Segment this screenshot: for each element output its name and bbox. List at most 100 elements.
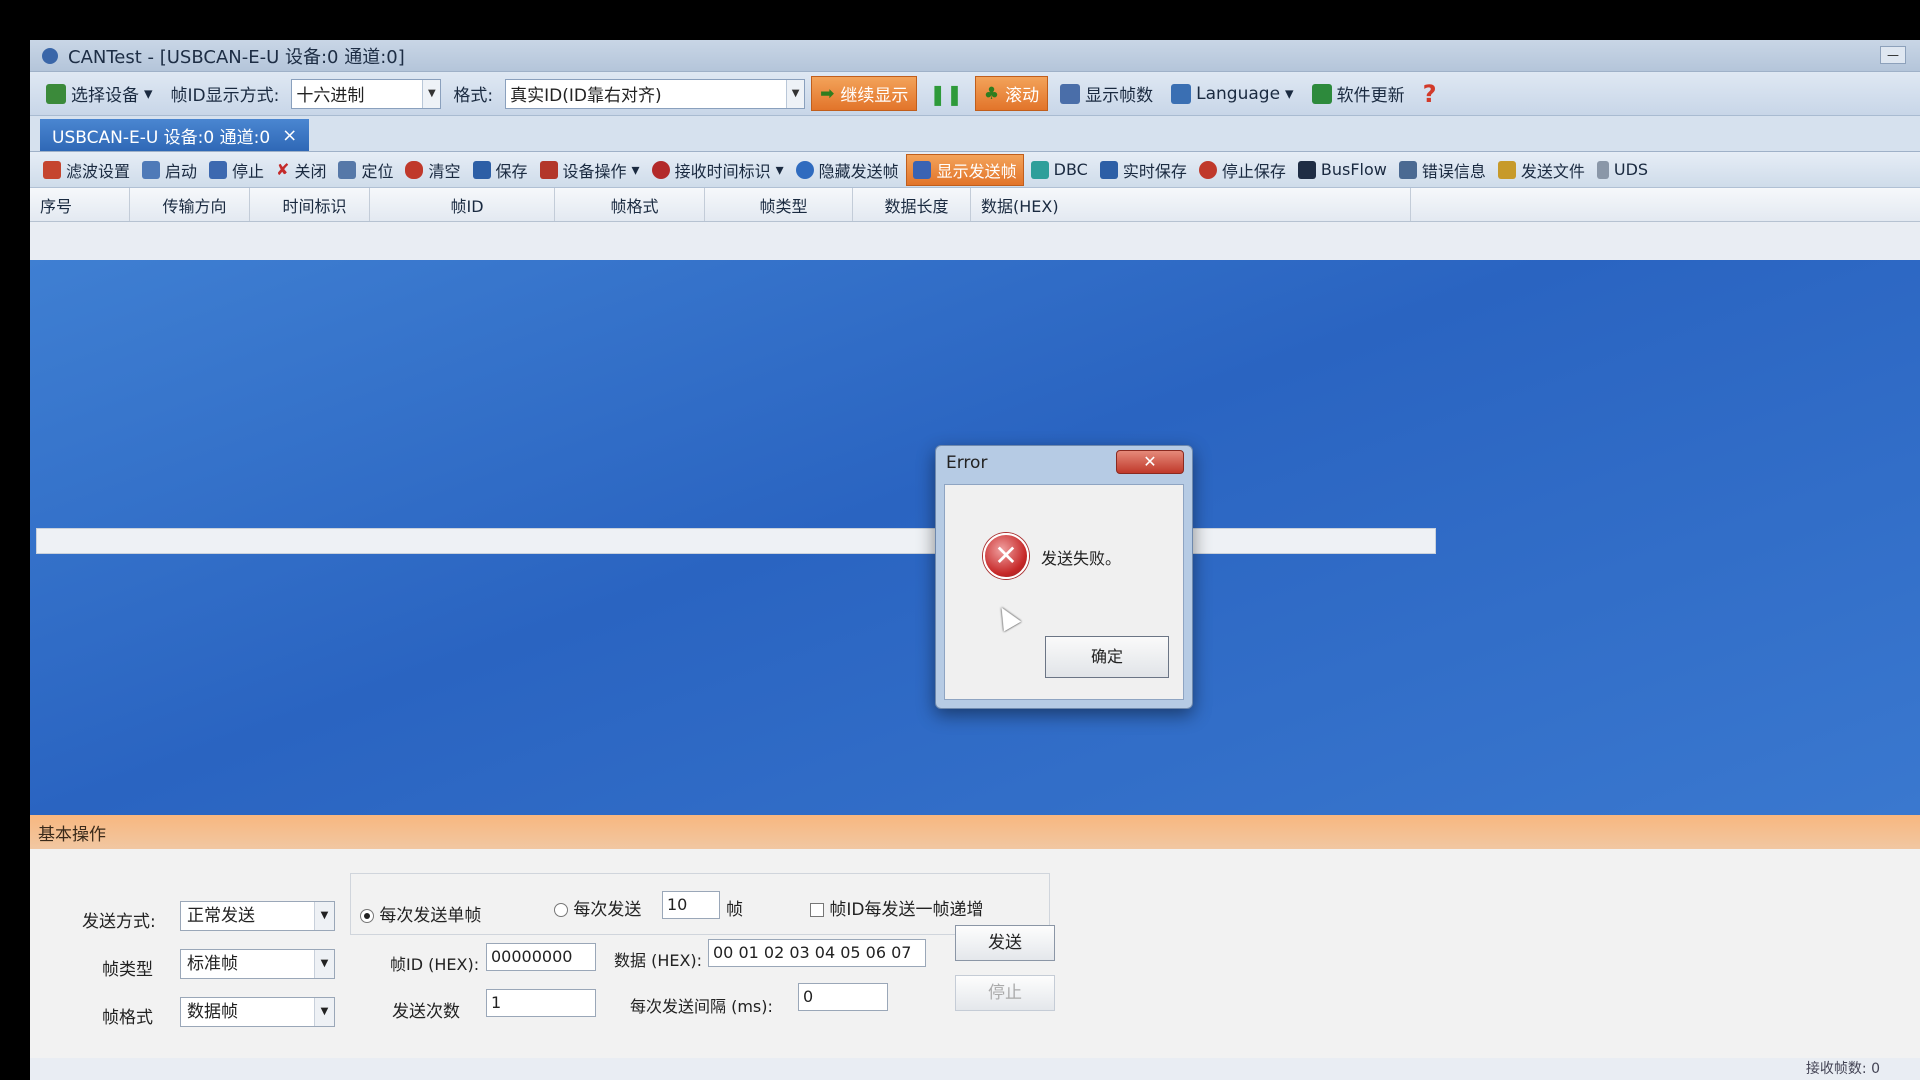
multi-frame-count-input[interactable]: 10 [662,891,720,919]
network-icon [1398,160,1417,179]
radio-unchecked-icon [554,903,568,917]
status-bar: 接收帧数: 0 [30,1058,1920,1080]
radio-single-label: 每次发送单帧 [379,906,482,926]
frame-type-select[interactable]: 标准帧 ▼ [180,949,335,979]
send-mode-select[interactable]: 正常发送 ▼ [180,901,335,931]
arrow-right-icon: ➡ [820,83,835,104]
tab-usbcan-channel[interactable]: USBCAN-E-U 设备:0 通道:0 × [40,119,310,151]
channel-toolbar: 滤波设置 启动 停止 ✘ 关闭 定位 清空 保存 设备操作 ▾ 接收时间标识 ▾ … [30,152,1920,188]
send-mode-value: 正常发送 [187,906,255,926]
software-update-button[interactable]: 软件更新 [1306,77,1411,110]
radio-single-frame[interactable]: 每次发送单帧 [360,901,481,926]
show-send-frame-button[interactable]: 显示发送帧 [905,153,1024,186]
window-title: CANTest - [USBCAN-E-U 设备:0 通道:0] [68,46,405,68]
language-label: Language [1196,83,1281,104]
document-tab-row: USBCAN-E-U 设备:0 通道:0 × [30,116,1920,152]
send-file-button[interactable]: 发送文件 [1493,155,1590,185]
continue-display-button[interactable]: ➡ 继续显示 [811,76,918,111]
select-device-label: 选择设备 [71,86,139,106]
realtime-save-icon [1099,160,1118,179]
no-entry-icon [1198,160,1217,179]
start-icon [142,160,161,179]
busflow-button[interactable]: BusFlow [1293,157,1392,182]
scroll-button[interactable]: ♣ 滚动 [974,76,1049,111]
frame-type-label: 帧类型 [102,960,153,980]
frame-id-display-value: 十六进制 [296,86,365,106]
id-increment-checkbox[interactable]: 帧ID每发送一帧递增 [810,895,984,920]
locate-label: 定位 [361,161,394,181]
column-header[interactable]: 数据长度 [853,188,971,221]
frame-format-label: 帧格式 [102,1008,153,1028]
minimize-button[interactable]: — [1880,46,1906,64]
data-input[interactable]: 00 01 02 03 04 05 06 07 [708,939,926,967]
close-icon[interactable]: × [282,125,297,146]
frame-id-label: 帧ID (HEX): [390,955,480,974]
chevron-down-icon: ▼ [786,79,805,108]
chevron-down-icon: ▼ [314,998,334,1026]
hide-send-frame-button[interactable]: 隐藏发送帧 [791,155,904,185]
message-table-header: 序号 传输方向 时间标识 帧ID 帧格式 帧类型 数据长度 数据(HEX) [30,188,1920,222]
start-button[interactable]: 启动 [137,155,202,185]
error-info-button[interactable]: 错误信息 [1394,155,1491,185]
stop-send-button[interactable]: 停止 [955,975,1055,1011]
language-button[interactable]: Language ▾ [1165,80,1299,108]
chevron-down-icon: ▼ [314,902,334,930]
filter-settings-button[interactable]: 滤波设置 [38,155,135,185]
stop-save-button[interactable]: 停止保存 [1194,155,1291,185]
frame-id-display-select[interactable]: 十六进制 ▼ [291,78,442,109]
clear-button[interactable]: 清空 [400,155,465,185]
eraser-icon [405,160,424,179]
ok-button[interactable]: 确定 [1045,636,1169,678]
frame-id-display-label: 帧ID显示方式: [170,86,280,106]
dbc-button[interactable]: DBC [1026,157,1093,182]
radio-multi-frame[interactable]: 每次发送 [554,895,641,920]
column-header[interactable]: 传输方向 [130,188,250,221]
frame-format-select[interactable]: 数据帧 ▼ [180,997,335,1027]
locate-button[interactable]: 定位 [333,155,398,185]
checkbox-icon [810,903,824,917]
clock-icon [651,160,670,179]
column-header[interactable]: 帧ID [370,188,555,221]
frame-type-value: 标准帧 [187,954,238,974]
horizontal-scrollbar[interactable] [36,528,1436,554]
close-device-button[interactable]: ✘ 关闭 [271,155,331,185]
format-select[interactable]: 真实ID(ID靠右对齐) ▼ [505,78,806,109]
column-header[interactable]: 序号 [30,188,130,221]
software-update-label: 软件更新 [1336,86,1405,106]
data-label: 数据 (HEX): [614,951,703,970]
monitor-icon [1297,160,1316,179]
column-header[interactable]: 时间标识 [250,188,370,221]
send-count-label: 发送次数 [392,1002,460,1022]
error-dialog: Error ✕ ✕ 发送失败。 确定 [935,445,1193,709]
dbc-label: DBC [1053,160,1088,179]
multi-frame-unit: 帧 [726,900,743,920]
send-count-input[interactable]: 1 [486,989,596,1017]
uds-button[interactable]: UDS [1592,157,1653,182]
column-header[interactable]: 帧格式 [555,188,705,221]
select-device-button[interactable]: 选择设备 ▾ [40,77,159,110]
show-frame-count-button[interactable]: 显示帧数 [1054,77,1159,110]
clear-label: 清空 [428,161,461,181]
help-button[interactable]: ? [1417,76,1443,112]
uds-icon [1596,160,1609,179]
save-button[interactable]: 保存 [468,155,533,185]
hide-icon [795,160,814,179]
device-operation-button[interactable]: 设备操作 ▾ [535,155,645,185]
send-mode-label: 发送方式: [82,912,156,932]
receive-time-button[interactable]: 接收时间标识 ▾ [647,155,789,185]
stop-label: 停止 [232,161,265,181]
dialog-close-button[interactable]: ✕ [1116,450,1184,474]
interval-input[interactable]: 0 [798,983,888,1011]
realtime-save-label: 实时保存 [1122,161,1187,181]
chevron-down-icon: ▼ [314,950,334,978]
format-label: 格式: [453,86,494,106]
show-send-label: 显示发送帧 [936,161,1017,181]
column-header[interactable]: 数据(HEX) [971,188,1411,221]
realtime-save-button[interactable]: 实时保存 [1095,155,1192,185]
pause-button[interactable]: ❚❚ [923,78,969,110]
stop-button[interactable]: 停止 [204,155,269,185]
frame-id-input[interactable]: 00000000 [486,943,596,971]
send-button[interactable]: 发送 [955,925,1055,961]
column-header[interactable]: 帧类型 [705,188,853,221]
dbc-icon [1030,160,1049,179]
